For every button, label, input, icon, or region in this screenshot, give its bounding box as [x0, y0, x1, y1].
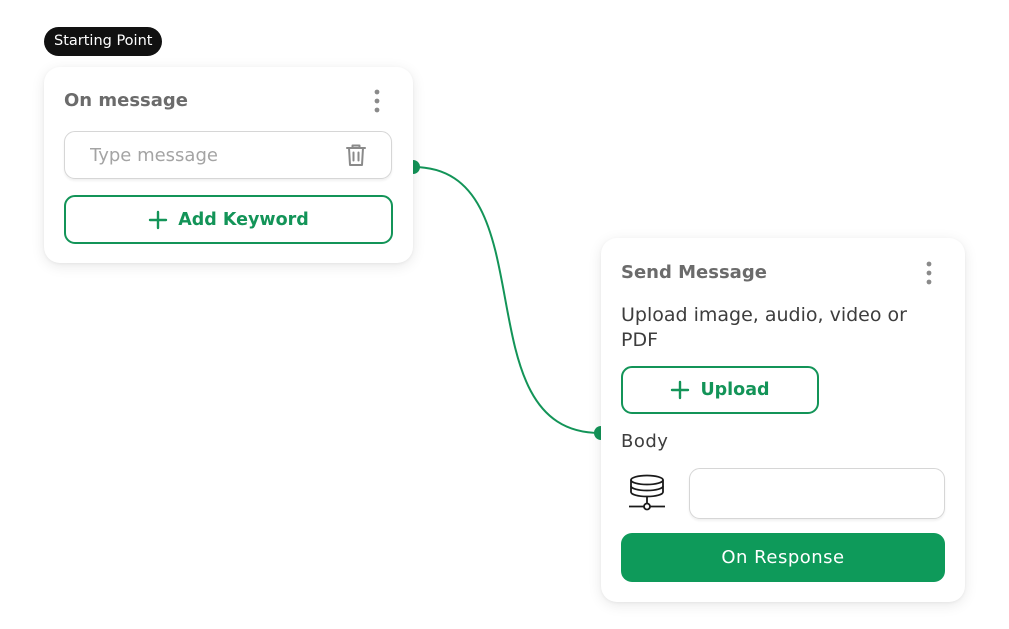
kebab-vertical-icon[interactable] [919, 259, 939, 289]
plus-icon [671, 380, 690, 400]
upload-hint: Upload image, audio, video or PDF [621, 304, 907, 351]
node-title: On message [64, 90, 189, 111]
starting-point-badge: Starting Point [44, 27, 163, 56]
send-message-node[interactable]: Send Message Upload image, audio, video … [601, 238, 965, 602]
plus-icon [149, 210, 168, 229]
add-keyword-label: Add Keyword [178, 209, 309, 230]
upload-label: Upload [700, 380, 770, 400]
kebab-vertical-icon[interactable] [367, 87, 387, 117]
upload-button[interactable]: Upload [621, 366, 819, 414]
body-input[interactable] [689, 468, 945, 519]
trash-icon[interactable] [342, 141, 370, 169]
connector-edge[interactable] [412, 166, 601, 434]
database-icon[interactable] [627, 474, 667, 514]
node-title: Send Message [621, 262, 767, 283]
on-response-button[interactable]: On Response [621, 533, 945, 582]
body-label: Body [621, 431, 669, 452]
flow-canvas[interactable]: Starting Point On message Add Keyword Se… [0, 0, 1009, 629]
on-message-node[interactable]: On message Add Keyword [44, 67, 413, 263]
add-keyword-button[interactable]: Add Keyword [64, 195, 393, 244]
